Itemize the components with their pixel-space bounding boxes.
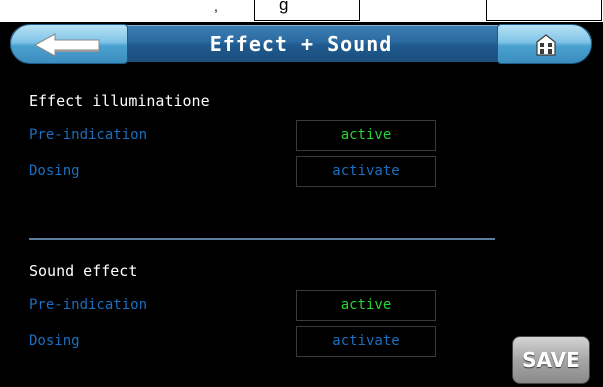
device-screen: Effect + Sound Effect illuminatione Pre-… bbox=[0, 22, 603, 387]
top-box-1-text: g bbox=[279, 0, 289, 14]
top-strip: , g bbox=[0, 0, 603, 22]
home-button[interactable] bbox=[497, 24, 592, 64]
row-label-dosing-sound: Dosing bbox=[29, 333, 80, 349]
row-label-preindication-sound: Pre-indication bbox=[29, 297, 148, 313]
top-box-1: g bbox=[254, 0, 360, 21]
value-dosing-sound[interactable]: activate bbox=[296, 326, 436, 357]
row-label-dosing-illumination: Dosing bbox=[29, 163, 80, 179]
divider bbox=[29, 238, 495, 240]
back-arrow-icon bbox=[33, 33, 100, 57]
value-preindication-illumination[interactable]: active bbox=[296, 120, 436, 151]
top-mark: , bbox=[214, 0, 218, 14]
home-icon bbox=[536, 34, 556, 56]
back-button[interactable] bbox=[10, 24, 128, 64]
section-title-sound: Sound effect bbox=[29, 262, 138, 280]
row-label-preindication-illumination: Pre-indication bbox=[29, 127, 148, 143]
section-title-illumination: Effect illuminatione bbox=[29, 92, 210, 110]
top-box-2 bbox=[486, 0, 602, 21]
value-dosing-illumination[interactable]: activate bbox=[296, 156, 436, 187]
value-preindication-sound[interactable]: active bbox=[296, 290, 436, 321]
save-button[interactable]: SAVE bbox=[512, 336, 590, 384]
